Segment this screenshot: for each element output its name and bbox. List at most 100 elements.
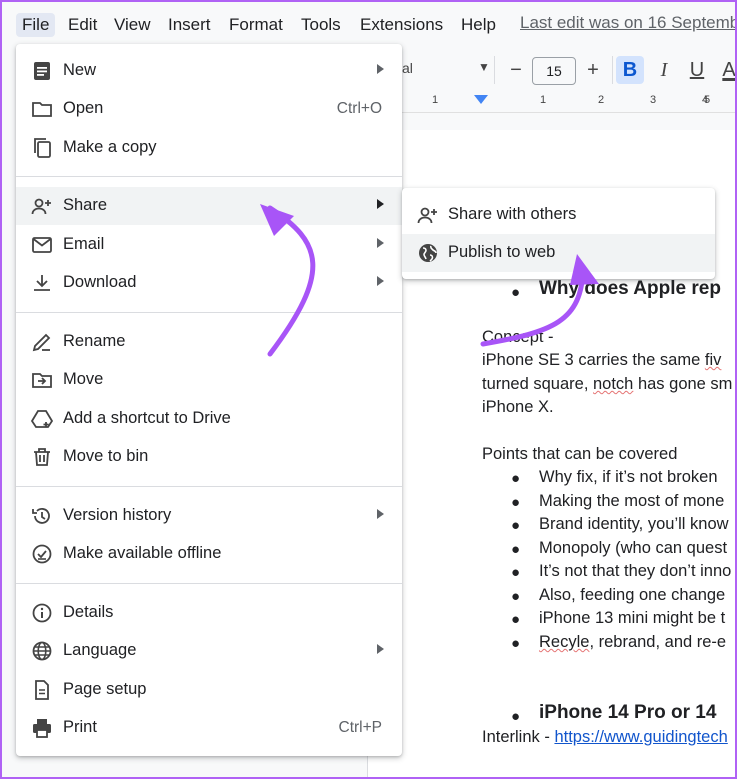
menu-item-label: Page setup — [63, 680, 147, 698]
menu-view[interactable]: View — [108, 13, 157, 37]
offline-icon — [32, 544, 52, 564]
doc-text: Points that can be covered — [482, 445, 678, 463]
menu-item-share[interactable]: Share — [16, 187, 402, 225]
interlink-url[interactable]: https://www.guidingtech — [554, 728, 727, 746]
list-item: Also, feeding one change — [539, 586, 726, 604]
menu-item-label: Add a shortcut to Drive — [63, 409, 231, 427]
ruler-tick: 5 — [704, 94, 711, 106]
info-icon — [32, 603, 52, 623]
menu-item-add-shortcut[interactable]: Add a shortcut to Drive — [16, 400, 402, 438]
list-item: It’s not that they don’t inno — [539, 562, 732, 580]
menu-item-move[interactable]: Move — [16, 361, 402, 399]
list-item: Monopoly (who can quest — [539, 539, 728, 557]
toolbar-divider — [494, 56, 495, 84]
menu-item-label: Email — [63, 235, 105, 253]
menu-bar: File Edit View Insert Format Tools Exten… — [2, 2, 735, 48]
menu-item-move-to-bin[interactable]: Move to bin — [16, 438, 402, 476]
menu-divider — [16, 486, 402, 487]
doc-heading: Why does Apple rep — [539, 278, 721, 299]
menu-item-label: Download — [63, 273, 137, 291]
menu-insert[interactable]: Insert — [162, 13, 217, 37]
menu-item-open[interactable]: Open Ctrl+O — [16, 90, 402, 128]
text-color-button[interactable]: A — [715, 56, 735, 84]
font-name[interactable]: al — [402, 60, 413, 76]
indent-marker-icon[interactable] — [474, 95, 488, 104]
menu-divider — [16, 176, 402, 177]
menu-item-label: Share — [63, 196, 108, 214]
menu-item-label: Language — [63, 641, 137, 659]
menu-item-label: Make available offline — [63, 544, 222, 562]
menu-item-version-history[interactable]: Version history — [16, 497, 402, 535]
underline-button[interactable]: U — [683, 56, 711, 84]
toolbar-divider — [612, 56, 613, 84]
menu-item-email[interactable]: Email — [16, 226, 402, 264]
menu-item-new[interactable]: New — [16, 52, 402, 90]
italic-button[interactable]: I — [650, 56, 678, 84]
shortcut-label: Ctrl+O — [336, 100, 382, 117]
menu-item-page-setup[interactable]: Page setup — [16, 671, 402, 709]
menu-item-details[interactable]: Details — [16, 594, 402, 632]
printer-icon — [33, 719, 51, 738]
globe-icon — [419, 244, 437, 262]
menu-item-rename[interactable]: Rename — [16, 323, 402, 361]
submenu-item-share-with-others[interactable]: Share with others — [402, 196, 715, 234]
menu-extensions[interactable]: Extensions — [354, 13, 449, 37]
page-icon — [35, 680, 49, 700]
menu-divider — [16, 583, 402, 584]
mail-icon — [32, 237, 52, 253]
menu-item-download[interactable]: Download — [16, 264, 402, 302]
menu-item-label: Rename — [63, 332, 126, 350]
list-item: iPhone 13 mini might be t — [539, 609, 726, 627]
menu-tools[interactable]: Tools — [295, 13, 347, 37]
doc-text: Concept - — [482, 328, 554, 346]
submenu-arrow-icon — [377, 238, 384, 248]
doc-icon — [34, 62, 50, 80]
menu-item-language[interactable]: Language — [16, 632, 402, 670]
globe-icon — [32, 641, 52, 661]
share-submenu: Share with others Publish to web — [402, 188, 715, 279]
doc-paragraph: iPhone SE 3 carries the same fiv — [482, 351, 722, 369]
list-item: Making the most of mone — [539, 492, 725, 510]
submenu-item-label: Publish to web — [448, 243, 556, 261]
history-icon — [32, 508, 50, 524]
shortcut-label: Ctrl+P — [338, 719, 383, 736]
increase-font-size-button[interactable]: + — [579, 56, 607, 84]
move-folder-icon — [32, 373, 52, 388]
interlink-line: Interlink - https://www.guidingtech — [482, 728, 728, 746]
person-add-icon — [31, 198, 51, 215]
ruler-tick: 1 — [432, 94, 439, 106]
menu-item-label: Open — [63, 99, 104, 117]
menu-divider — [16, 312, 402, 313]
bullet: ● — [511, 470, 521, 487]
menu-help[interactable]: Help — [455, 13, 502, 37]
doc-paragraph: iPhone X. — [482, 398, 554, 416]
bullet: ● — [511, 494, 521, 511]
bullet: ● — [511, 708, 521, 725]
menu-format[interactable]: Format — [223, 13, 289, 37]
menu-item-label: Details — [63, 603, 114, 621]
menu-edit[interactable]: Edit — [62, 13, 103, 37]
ruler: 1 1 2 3 4 5 — [402, 90, 735, 113]
bullet: ● — [511, 635, 521, 652]
font-size-input[interactable]: 15 — [532, 57, 576, 85]
menu-file[interactable]: File — [16, 13, 56, 37]
pencil-icon — [32, 333, 51, 352]
menu-item-label: Version history — [63, 506, 172, 524]
copy-icon — [34, 138, 51, 158]
last-edit-link[interactable]: Last edit was on 16 September — [520, 13, 735, 33]
submenu-item-publish-to-web[interactable]: Publish to web — [402, 234, 715, 272]
menu-item-label: Move — [63, 370, 104, 388]
decrease-font-size-button[interactable]: − — [502, 56, 530, 84]
bold-button[interactable]: B — [616, 56, 644, 84]
submenu-arrow-icon — [377, 644, 384, 654]
folder-icon — [32, 102, 52, 117]
font-dropdown-icon[interactable]: ▼ — [478, 60, 490, 74]
toolbar: al ▼ − 15 + B I U A — [402, 52, 735, 88]
trash-icon — [34, 448, 50, 466]
menu-item-print[interactable]: Print Ctrl+P — [16, 709, 402, 747]
menu-item-label: Move to bin — [63, 447, 149, 465]
menu-item-offline[interactable]: Make available offline — [16, 535, 402, 573]
ruler-tick: 3 — [650, 94, 657, 106]
doc-paragraph: turned square, notch has gone sm — [482, 375, 733, 393]
menu-item-make-a-copy[interactable]: Make a copy — [16, 129, 402, 167]
